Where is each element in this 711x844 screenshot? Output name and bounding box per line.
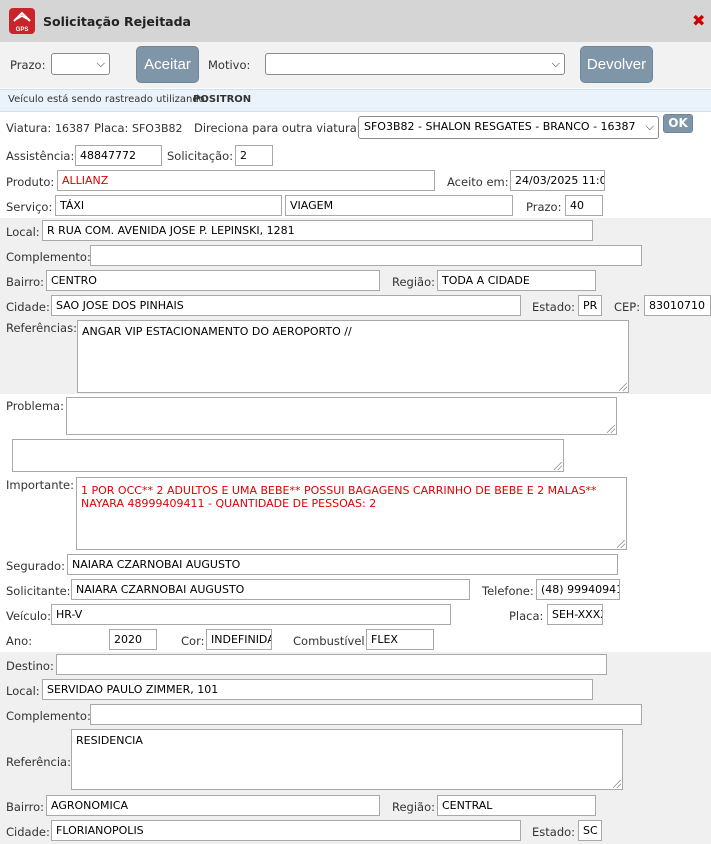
viatura-label: Viatura: <box>6 121 52 135</box>
segurado-field[interactable]: NAIARA CZARNOBAI AUGUSTO <box>67 554 618 575</box>
regiao-label: Região: <box>392 275 436 289</box>
direciona-select-value: SFO3B82 - SHALON RESGATES - BRANCO - 163… <box>364 120 638 133</box>
resize-grip-icon[interactable] <box>619 383 627 391</box>
motivo-label: Motivo: <box>208 58 251 72</box>
resize-grip-icon[interactable] <box>554 462 562 470</box>
close-icon[interactable]: ✖ <box>692 11 705 30</box>
dest-regiao-label: Região: <box>392 800 436 814</box>
cidade-field[interactable]: SAO JOSE DOS PINHAIS <box>51 295 521 316</box>
ano-field[interactable]: 2020 <box>109 629 157 650</box>
chevron-down-icon: ⌵ <box>551 57 560 70</box>
placa-value: SFO3B82 <box>132 122 183 135</box>
importante-textarea[interactable]: 1 POR OCC** 2 ADULTOS E UMA BEBE** POSSU… <box>76 477 627 550</box>
dest-bairro-field[interactable]: AGRONOMICA <box>46 795 380 816</box>
motivo-select[interactable]: ⌵ <box>265 53 565 75</box>
importante-text: 1 POR OCC** 2 ADULTOS E UMA BEBE** POSSU… <box>81 484 597 510</box>
assistencia-label: Assistência: <box>6 149 75 163</box>
dest-complemento-label: Complemento: <box>6 709 91 723</box>
accept-button[interactable]: Aceitar <box>136 46 199 83</box>
dest-referencia-text: RESIDENCIA <box>76 734 143 747</box>
resize-grip-icon[interactable] <box>613 780 621 788</box>
referencias-label: Referências: <box>6 321 77 335</box>
estado-field[interactable]: PR <box>578 295 602 316</box>
resize-grip-icon[interactable] <box>617 540 625 548</box>
prazo-label: Prazo: <box>10 58 46 72</box>
local-label: Local: <box>6 225 40 239</box>
veiculo-label: Veículo: <box>6 609 51 623</box>
solicitante-label: Solicitante: <box>6 584 71 598</box>
direciona-select[interactable]: SFO3B82 - SHALON RESGATES - BRANCO - 163… <box>358 116 659 139</box>
chevron-down-icon: ⌵ <box>645 120 654 133</box>
destino-field[interactable] <box>56 654 607 675</box>
problema-label: Problema: <box>6 399 64 413</box>
chevron-down-icon: ⌵ <box>96 57 105 70</box>
window-title: Solicitação Rejeitada <box>43 14 191 29</box>
solicitacao-label: Solicitação: <box>167 149 234 163</box>
aceito-label: Aceito em: <box>447 175 509 189</box>
servico-type-field[interactable]: VIAGEM <box>285 195 513 216</box>
local-field[interactable]: R RUA COM. AVENIDA JOSE P. LEPINSKI, 128… <box>42 220 593 241</box>
cor-label: Cor: <box>181 634 205 648</box>
dest-cidade-field[interactable]: FLORIANOPOLIS <box>51 820 521 841</box>
dest-referencia-label: Referência: <box>6 755 71 769</box>
dest-cidade-label: Cidade: <box>6 825 50 839</box>
solicitante-field[interactable]: NAIARA CZARNOBAI AUGUSTO <box>71 579 470 600</box>
placa-field[interactable]: SEH-XXXX <box>547 604 603 625</box>
prazo-field-label: Prazo: <box>526 200 562 214</box>
dest-bairro-label: Bairro: <box>6 800 45 814</box>
referencias-text: ANGAR VIP ESTACIONAMENTO DO AEROPORTO // <box>82 325 352 338</box>
telefone-label: Telefone: <box>482 584 534 598</box>
complemento-field[interactable] <box>90 245 642 266</box>
produto-field[interactable]: ALLIANZ <box>57 170 435 191</box>
dest-regiao-field[interactable]: CENTRAL <box>437 795 596 816</box>
logo-text: GPS <box>16 27 29 33</box>
tracking-provider: POSITRON <box>193 94 252 105</box>
destino-label: Destino: <box>6 659 54 673</box>
prazo-field[interactable]: 40 <box>565 195 603 216</box>
produto-label: Produto: <box>6 175 55 189</box>
return-button[interactable]: Devolver <box>580 46 653 83</box>
assistencia-field[interactable]: 48847772 <box>75 145 162 166</box>
referencias-textarea[interactable]: ANGAR VIP ESTACIONAMENTO DO AEROPORTO // <box>77 320 629 393</box>
dest-referencia-textarea[interactable]: RESIDENCIA <box>71 729 623 790</box>
regiao-field[interactable]: TODA A CIDADE <box>437 270 596 291</box>
tracking-info-bar: Veículo está sendo rastreado utilizando:… <box>0 89 711 112</box>
bairro-field[interactable]: CENTRO <box>46 270 380 291</box>
problema-textarea[interactable] <box>66 397 617 435</box>
dest-estado-field[interactable]: SC <box>578 820 602 841</box>
ok-button[interactable]: OK <box>663 114 693 133</box>
placa-field-label: Placa: <box>509 609 544 623</box>
solicitacao-field[interactable]: 2 <box>235 145 273 166</box>
tracking-text: Veículo está sendo rastreado utilizando: <box>8 94 209 105</box>
ano-label: Ano: <box>6 634 33 648</box>
dest-local-label: Local: <box>6 684 40 698</box>
segurado-label: Segurado: <box>6 559 65 573</box>
dest-complemento-field[interactable] <box>90 704 642 725</box>
prazo-select[interactable]: ⌵ <box>51 53 110 75</box>
cidade-label: Cidade: <box>6 300 50 314</box>
extra-textarea[interactable] <box>12 439 564 472</box>
telefone-field[interactable]: (48) 999409411 <box>536 579 620 600</box>
direciona-label: Direciona para outra viatura: <box>194 121 361 135</box>
servico-label: Serviço: <box>6 200 53 214</box>
servico-field[interactable]: TÁXI <box>55 195 282 216</box>
dest-local-field[interactable]: SERVIDAO PAULO ZIMMER, 101 <box>42 679 593 700</box>
combustivel-field[interactable]: FLEX <box>366 629 434 650</box>
cep-label: CEP: <box>614 300 641 314</box>
viatura-value: 16387 <box>55 122 90 135</box>
estado-label: Estado: <box>532 300 576 314</box>
aceito-field[interactable]: 24/03/2025 11:03 <box>510 170 605 191</box>
bairro-label: Bairro: <box>6 275 45 289</box>
veiculo-field[interactable]: HR-V <box>51 604 451 625</box>
cep-field[interactable]: 83010710 <box>644 295 711 316</box>
complemento-label: Complemento: <box>6 250 91 264</box>
resize-grip-icon[interactable] <box>607 425 615 433</box>
placa-label: Placa: <box>94 121 129 135</box>
dest-estado-label: Estado: <box>532 825 576 839</box>
importante-label: Importante: <box>6 478 74 492</box>
cor-field[interactable]: INDEFINIDA <box>206 629 272 650</box>
gps-logo-icon: GPS <box>9 8 35 34</box>
combustivel-label: Combustível: <box>293 634 369 648</box>
